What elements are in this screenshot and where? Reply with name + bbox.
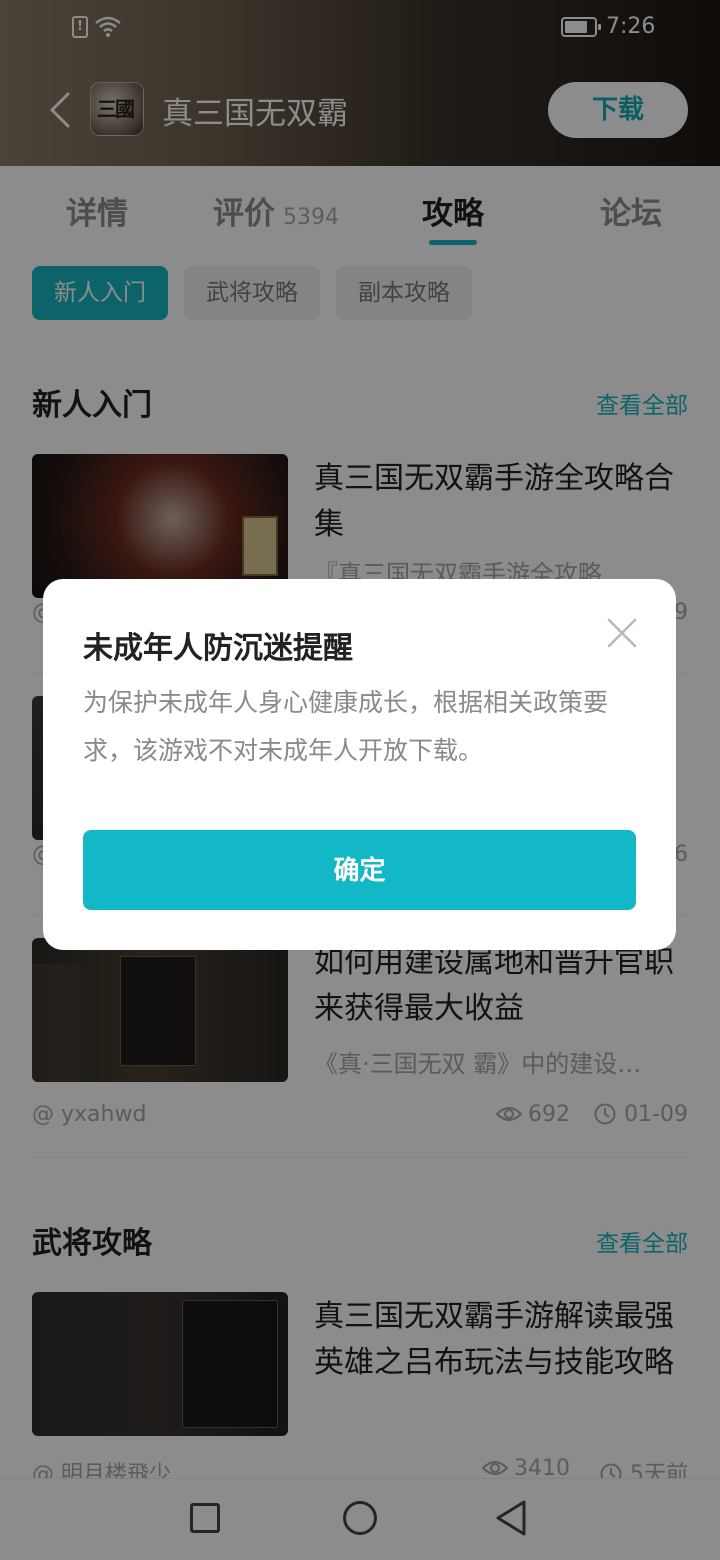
close-icon[interactable] bbox=[606, 617, 638, 649]
dialog-title: 未成年人防沉迷提醒 bbox=[83, 631, 353, 666]
dialog-message: 为保护未成年人身心健康成长，根据相关政策要求，该游戏不对未成年人开放下载。 bbox=[83, 688, 609, 765]
confirm-button[interactable]: 确定 bbox=[83, 830, 636, 910]
anti-addiction-dialog: 未成年人防沉迷提醒 为保护未成年人身心健康成长，根据相关政策要求，该游戏不对未成… bbox=[43, 579, 676, 950]
